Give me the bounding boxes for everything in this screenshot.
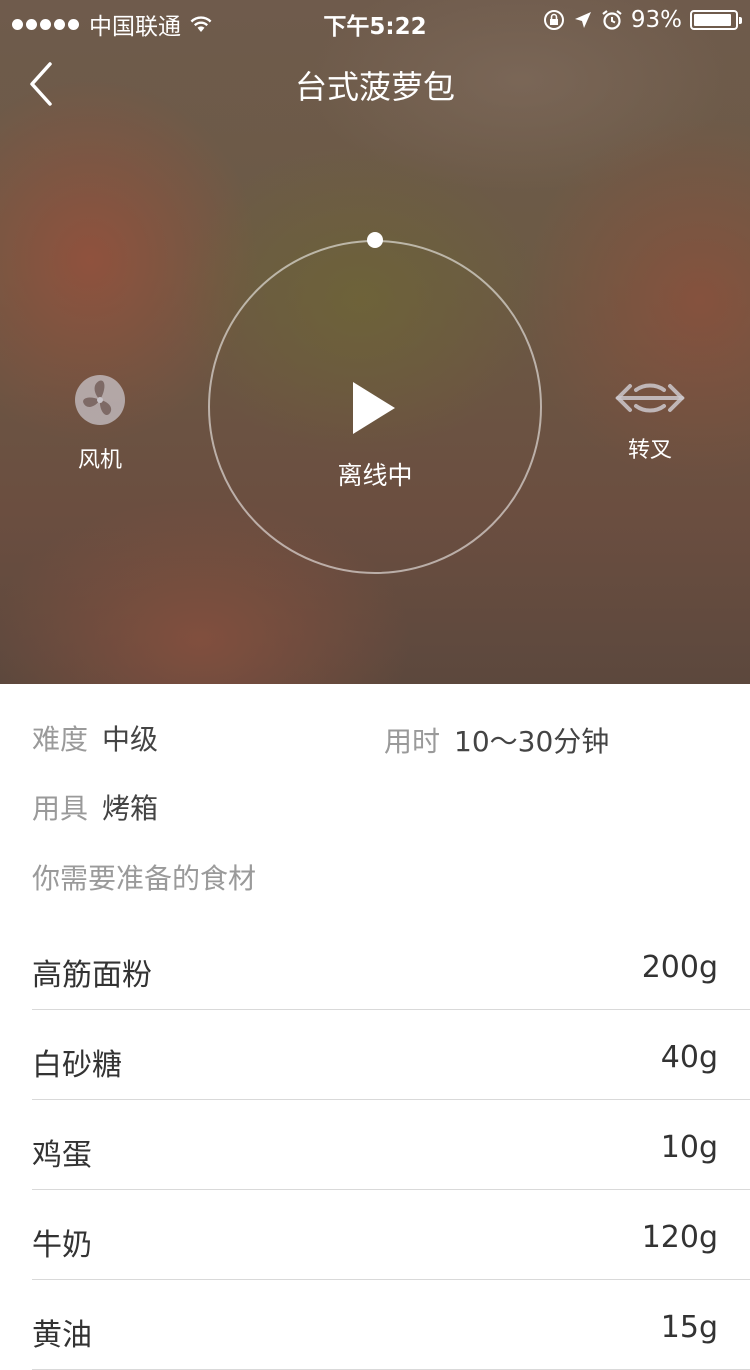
ingredient-name: 高筋面粉 (32, 958, 152, 993)
time-value: 10～30分钟 (454, 725, 610, 758)
rotisserie-spit-icon (615, 383, 685, 413)
page-title: 台式菠萝包 (294, 68, 455, 106)
orientation-lock-icon (543, 10, 564, 30)
battery-icon (690, 10, 742, 30)
time-row: 用时 10～30分钟 (384, 720, 609, 760)
spit-label: 转叉 (627, 438, 672, 463)
alarm-icon (602, 10, 622, 30)
ingredient-amount: 40g (660, 1040, 718, 1075)
difficulty-label: 难度 (32, 723, 89, 756)
ingredient-amount: 200g (641, 950, 718, 985)
difficulty-value: 中级 (102, 723, 159, 756)
tool-value: 烤箱 (102, 792, 159, 825)
tool-row: 用具 烤箱 (32, 787, 158, 827)
recipe-info: 难度 中级 用时 10～30分钟 用具 烤箱 你需要准备的食材 高筋面粉 200g 白… (0, 684, 750, 1370)
ingredient-amount: 15g (660, 1310, 718, 1345)
ingredients-heading: 你需要准备的食材 (32, 862, 257, 895)
ingredient-amount: 120g (641, 1220, 718, 1255)
ingredient-row: 黄油 15g (32, 1280, 750, 1370)
spit-button[interactable]: 转叉 (590, 380, 710, 464)
ingredient-name: 黄油 (32, 1318, 92, 1353)
battery-fill (694, 14, 732, 26)
ingredient-list: 高筋面粉 200g 白砂糖 40g 鸡蛋 10g 牛奶 120g 黄油 15g (32, 920, 750, 1370)
location-arrow-icon (574, 12, 591, 28)
hero-panel: 中国联通 下午5:22 93% 台式菠萝包 风机 离线中 转叉 (0, 0, 750, 684)
device-status: 离线中 (337, 461, 413, 490)
fan-button[interactable]: 风机 (40, 374, 160, 474)
difficulty-row: 难度 中级 (32, 718, 158, 758)
ingredient-row: 高筋面粉 200g (32, 920, 750, 1010)
tool-label: 用具 (32, 792, 89, 825)
ring-progress-dot (367, 232, 383, 248)
status-bar: 中国联通 下午5:22 93% (0, 0, 750, 40)
time-label: 用时 (384, 725, 441, 758)
ingredient-row: 鸡蛋 10g (32, 1100, 750, 1190)
ingredient-amount: 10g (660, 1130, 718, 1165)
battery-percent: 93% (630, 7, 682, 33)
ingredient-name: 白砂糖 (32, 1048, 122, 1083)
fan-icon (75, 375, 125, 425)
status-right: 93% (543, 7, 742, 33)
ingredient-row: 白砂糖 40g (32, 1010, 750, 1100)
ingredient-name: 牛奶 (32, 1228, 92, 1263)
play-icon[interactable] (345, 380, 401, 436)
ingredient-name: 鸡蛋 (32, 1138, 92, 1173)
fan-label: 风机 (77, 448, 122, 473)
ingredient-row: 牛奶 120g (32, 1190, 750, 1280)
